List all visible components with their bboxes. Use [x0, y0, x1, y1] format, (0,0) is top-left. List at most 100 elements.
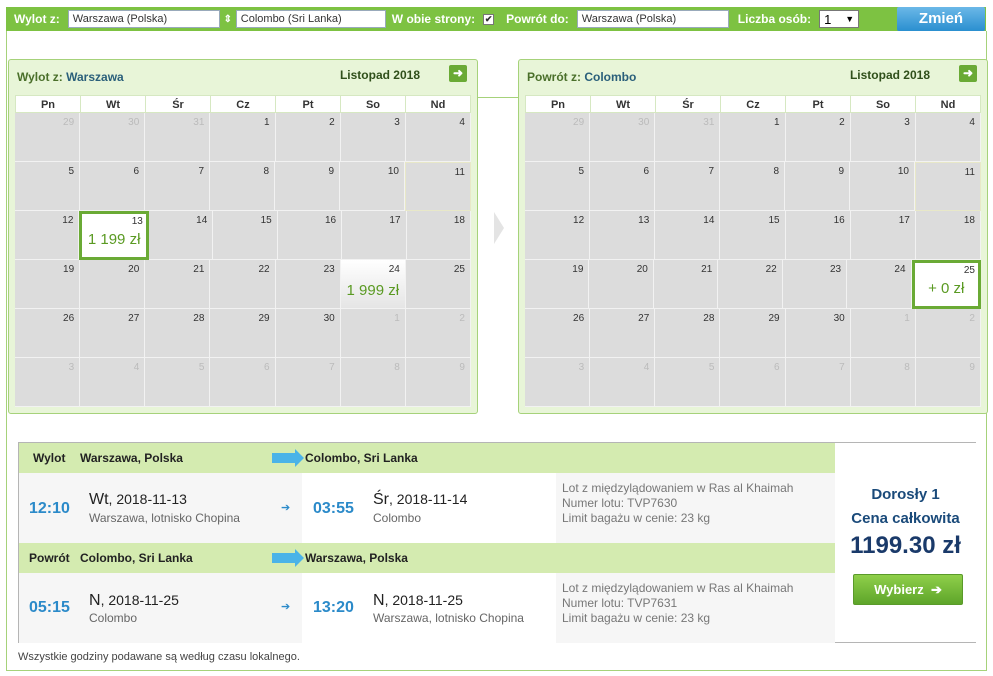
calendar-day[interactable]: 19 [15, 260, 81, 309]
calendar-day[interactable]: 25 [405, 260, 471, 309]
day-number: 25 [963, 265, 975, 276]
day-number: 11 [964, 167, 975, 178]
calendar-day[interactable]: 21 [145, 260, 211, 309]
swap-icon[interactable]: ⇕ [222, 14, 234, 25]
roundtrip-label: W obie strony: [391, 12, 476, 26]
calendar-day[interactable]: 8 [210, 162, 275, 211]
calendar-day[interactable]: 6 [590, 162, 655, 211]
next-month-arrow-icon[interactable]: ➜ [449, 65, 467, 82]
calendar-day[interactable]: 24 1 999 zł [340, 260, 406, 309]
calendar-day[interactable]: 19 [525, 260, 590, 309]
day-number: 26 [573, 313, 585, 324]
calendar-day[interactable]: 24 [847, 260, 912, 309]
search-bar: Wylot z: Warszawa (Polska) ⇕ Colombo (Sr… [6, 7, 986, 31]
select-button[interactable]: Wybierz ➔ [853, 574, 963, 605]
day-number: 5 [68, 166, 74, 177]
calendar-day[interactable]: 15 [213, 211, 278, 260]
calendar-day[interactable]: 20 [80, 260, 146, 309]
outbound-dep-date-value: , 2018-11-13 [108, 491, 187, 507]
return-label: Powrót do: [506, 12, 569, 26]
outbound-arr-date: Śr, 2018-11-14 [373, 491, 467, 509]
calendar-day[interactable]: 11 [915, 162, 981, 211]
calendar-day[interactable]: 16 [277, 211, 343, 260]
calendar-day-selected[interactable]: 25 + 0 zł [911, 260, 981, 309]
calendar-day[interactable]: 18 [406, 211, 471, 260]
day-number: 15 [768, 215, 780, 226]
calendar-day[interactable]: 12 [15, 211, 80, 260]
calendar-day[interactable]: 22 [210, 260, 276, 309]
persons-select[interactable]: 1 ▼ [819, 10, 860, 28]
calendar-day[interactable]: 17 [342, 211, 407, 260]
calendar-day[interactable]: 29 [210, 309, 276, 358]
calendar-day[interactable]: 26 [525, 309, 591, 358]
calendar-day[interactable]: 6 [80, 162, 145, 211]
day-number: 2 [839, 117, 845, 128]
calendar-day-outside: 3 [15, 358, 81, 407]
calendar-day[interactable]: 29 [720, 309, 786, 358]
calendar-day[interactable]: 3 [340, 113, 406, 162]
calendar-day[interactable]: 9 [275, 162, 340, 211]
calendar-week: 3 4 5 6 7 8 9 [15, 358, 471, 407]
calendar-day[interactable]: 10 [850, 162, 915, 211]
day-number: 27 [128, 313, 140, 324]
day-number: 6 [264, 362, 270, 373]
inbound-label: Powrót [29, 551, 70, 565]
calendar-day[interactable]: 14 [148, 211, 214, 260]
day-number: 16 [833, 215, 845, 226]
calendar-day[interactable]: 5 [525, 162, 590, 211]
calendar-day[interactable]: 17 [850, 211, 916, 260]
calendar-day[interactable]: 28 [145, 309, 211, 358]
calendar-day[interactable]: 2 [785, 113, 851, 162]
calendar-day[interactable]: 27 [80, 309, 146, 358]
calendar-day[interactable]: 30 [275, 309, 341, 358]
calendar-day[interactable]: 11 [405, 162, 471, 211]
inbound-arr-time: 13:20 [313, 599, 354, 616]
calendar-day[interactable]: 30 [785, 309, 851, 358]
day-number: 1 [904, 313, 910, 324]
calendar-day[interactable]: 7 [655, 162, 720, 211]
calendar-day[interactable]: 23 [782, 260, 848, 309]
day-number: 20 [636, 264, 648, 275]
outbound-weekday-header: Pn Wt Śr Cz Pt So Nd [15, 95, 471, 113]
return-input[interactable]: Warszawa (Polska) [576, 10, 729, 28]
calendar-day[interactable]: 27 [590, 309, 656, 358]
calendar-day[interactable]: 16 [785, 211, 851, 260]
day-number: 5 [708, 362, 715, 373]
calendar-day[interactable]: 23 [275, 260, 341, 309]
to-input[interactable]: Colombo (Sri Lanka) [235, 10, 386, 28]
day-number: 23 [323, 264, 335, 275]
roundtrip-checkbox[interactable]: ✔ [483, 13, 495, 25]
next-month-arrow-icon[interactable]: ➜ [959, 65, 977, 82]
calendar-day[interactable]: 26 [15, 309, 81, 358]
outbound-arr-day: Śr [373, 491, 389, 508]
calendar-day[interactable]: 14 [655, 211, 721, 260]
day-number: 1 [394, 313, 400, 324]
calendar-day[interactable]: 15 [720, 211, 786, 260]
calendar-day[interactable]: 3 [850, 113, 916, 162]
from-input[interactable]: Warszawa (Polska) [67, 10, 220, 28]
calendar-day[interactable]: 1 [720, 113, 786, 162]
calendar-day[interactable]: 5 [15, 162, 80, 211]
calendar-day[interactable]: 22 [718, 260, 783, 309]
calendar-day[interactable]: 28 [655, 309, 721, 358]
calendar-day[interactable]: 21 [653, 260, 719, 309]
calendar-day[interactable]: 4 [405, 113, 471, 162]
outbound-header: Wylot Warszawa, Polska Colombo, Sri Lank… [19, 443, 835, 473]
calendar-day[interactable]: 13 [590, 211, 656, 260]
calendar-day[interactable]: 10 [340, 162, 405, 211]
change-button[interactable]: Zmień [897, 7, 985, 31]
calendar-day[interactable]: 1 [210, 113, 276, 162]
calendar-day[interactable]: 4 [915, 113, 981, 162]
calendar-day[interactable]: 20 [589, 260, 654, 309]
calendar-day[interactable]: 2 [275, 113, 341, 162]
calendar-day[interactable]: 12 [525, 211, 591, 260]
calendar-day[interactable]: 8 [720, 162, 785, 211]
calendar-day[interactable]: 9 [785, 162, 850, 211]
calendar-day-selected[interactable]: 13 1 199 zł [79, 211, 149, 260]
inbound-dep-place: Colombo [89, 611, 138, 625]
outbound-calendar-title-prefix: Wylot z: [17, 70, 63, 84]
calendar-day[interactable]: 18 [915, 211, 981, 260]
calendar-day[interactable]: 7 [145, 162, 210, 211]
weekday-label: Nd [405, 95, 471, 113]
arrow-right-icon: ➔ [281, 502, 291, 514]
